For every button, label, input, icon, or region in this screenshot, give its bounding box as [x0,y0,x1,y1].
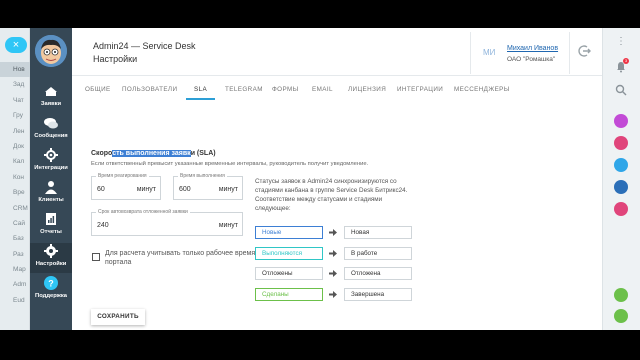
bitrix-menu-item[interactable]: Раз [0,247,30,262]
bitrix-menu-item[interactable]: Зад [0,77,30,92]
field-unit: минут [218,186,238,193]
sla-section: Скорость выполнения заявки (SLA) Если от… [72,28,602,325]
contact-avatar-icon[interactable] [614,180,628,194]
nav-label: Клиенты [38,197,64,203]
clients-icon [45,181,57,194]
bitrix-menu-item[interactable]: Мар [0,262,30,277]
nav-item-reports[interactable]: Отчеты [30,211,72,241]
nav-label: Настройки [35,261,67,267]
bitrix-menu-item[interactable]: Кон [0,170,30,185]
arrow-right-icon [329,270,337,277]
phone-icon[interactable] [614,309,628,323]
field-value: 60 [97,186,105,193]
app-screen: × Нов Зад Чат Гру Лен Док Кал Кон Вре CR… [0,28,640,330]
right-rail: ⋮ 3 [602,28,640,330]
bitrix-menu-list: Нов Зад Чат Гру Лен Док Кал Кон Вре CRM … [0,62,30,308]
contact-avatar-icon[interactable] [614,136,628,150]
bitrix-menu-item[interactable]: Лен [0,124,30,139]
search-icon[interactable] [615,84,627,96]
tickets-icon [45,87,57,96]
nav-label: Заявки [40,101,62,107]
arrow-right-icon [329,291,337,298]
bitrix-menu-item[interactable]: Eud [0,293,30,308]
contact-avatar-icon[interactable] [614,158,628,172]
stage-postponed: Отложена [344,267,412,280]
bitrix-menu-item[interactable]: Гру [0,108,30,123]
bitrix-menu-item[interactable]: Баз [0,231,30,246]
bitrix-menu-item[interactable]: Adm [0,277,30,292]
integrations-icon [44,148,58,162]
bitrix-menu-item[interactable]: Нов [0,62,30,78]
app-sidebar: Заявки Сообщения Интеграции Клиенты Отче… [30,28,72,330]
status-new: Новые [255,226,323,239]
stage-in-progress: В работе [344,247,412,260]
arrow-right-icon [329,250,337,257]
open-lines-icon[interactable] [614,288,628,302]
contact-avatar-icon[interactable] [614,114,628,128]
help-icon: ? [44,276,58,290]
status-in-progress: Выполняются [255,247,323,260]
nav-item-messages[interactable]: Сообщения [30,115,72,145]
nav-label: Сообщения [34,133,68,139]
nav-item-settings[interactable]: Настройки [30,243,72,273]
nav-item-clients[interactable]: Клиенты [30,179,72,209]
bitrix-menu-item[interactable]: Вре [0,185,30,200]
avatar[interactable] [35,35,67,67]
section-title: Скорость выполнения заявки (SLA) [91,150,216,157]
bitrix-menu-item[interactable]: Чат [0,93,30,108]
avatar-face-icon [35,35,67,67]
bitrix-menu-item[interactable]: Сай [0,216,30,231]
field-label: Время реагирования [96,173,149,179]
svg-text:?: ? [48,279,54,289]
completion-time-field[interactable]: Время выполнения 600 минут [173,173,243,200]
contact-avatar-icon[interactable] [614,202,628,216]
main-panel: Admin24 — Service Desk Настройки МИ Миха… [72,28,602,330]
bitrix-left-menu: × Нов Зад Чат Гру Лен Док Кал Кон Вре CR… [0,28,30,330]
status-postponed: Отложены [255,267,323,280]
more-icon[interactable]: ⋮ [616,36,626,47]
nav-item-tickets[interactable]: Заявки [30,83,72,113]
reports-icon [46,213,56,225]
close-slider-button[interactable]: × [5,37,27,53]
bitrix-menu-item[interactable]: Кал [0,154,30,169]
working-time-checkbox[interactable] [92,253,100,261]
nav-label: Поддержка [35,293,67,299]
nav-label: Интеграции [34,165,68,171]
field-unit: минут [218,222,238,229]
settings-icon [44,244,58,258]
nav-item-integrations[interactable]: Интеграции [30,147,72,177]
nav-label: Отчеты [40,229,62,235]
arrow-right-icon [329,229,337,236]
field-value: 240 [97,222,109,229]
field-label: Срок автовозврата отложенной заявки [96,209,190,215]
status-sync-info: Статусы заявок в Admin24 синхронизируютс… [255,178,408,212]
field-unit: минут [136,186,156,193]
nav-item-support[interactable]: ? Поддержка [30,275,72,305]
reaction-time-field[interactable]: Время реагирования 60 минут [91,173,161,200]
working-time-label: Для расчета учитывать только рабочее вре… [105,250,256,266]
field-value: 600 [179,186,191,193]
selected-text: сть выполнения заявк [112,150,191,157]
section-description: Если ответственный превысит указанные вр… [91,161,369,167]
status-done: Сделаны [255,288,323,301]
stage-new: Новая [344,226,412,239]
notification-badge: 3 [623,58,629,64]
stage-done: Завершена [344,288,412,301]
messages-icon [44,118,58,129]
save-button[interactable]: СОХРАНИТЬ [91,309,145,325]
bitrix-menu-item[interactable]: CRM [0,201,30,216]
bitrix-menu-item[interactable]: Док [0,139,30,154]
field-label: Время выполнения [178,173,227,179]
autoreturn-time-field[interactable]: Срок автовозврата отложенной заявки 240 … [91,209,243,236]
